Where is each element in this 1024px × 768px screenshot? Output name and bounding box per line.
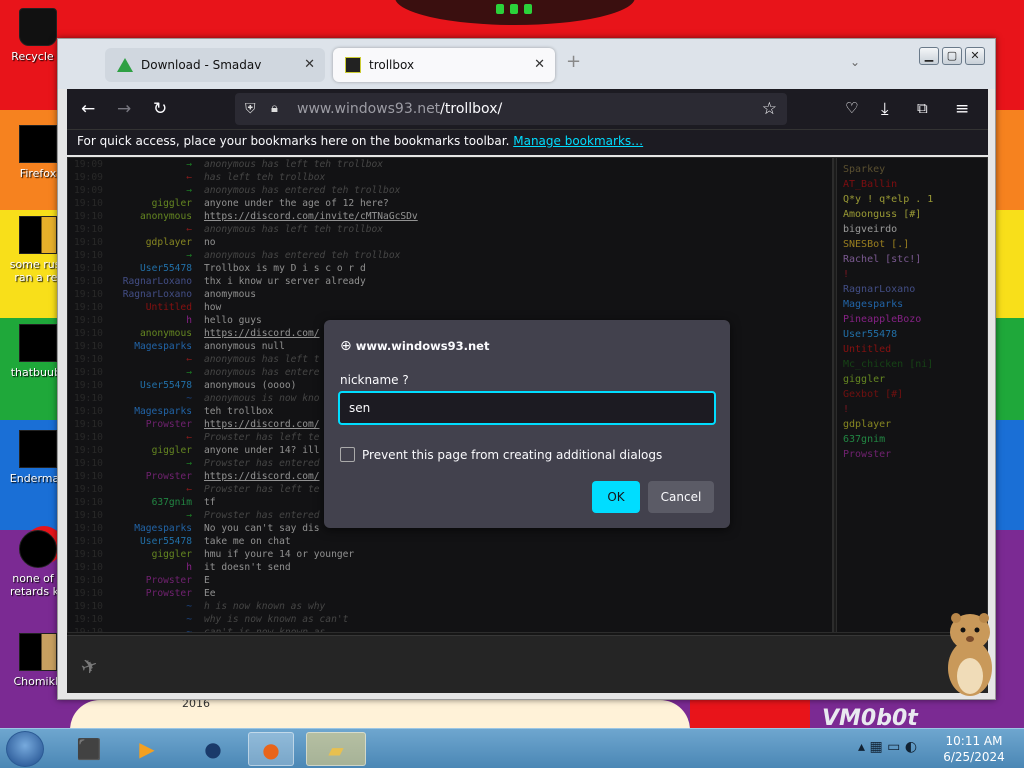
prevent-dialogs-label[interactable]: Prevent this page from creating addition…	[362, 448, 662, 462]
media-player-icon: ▶	[139, 737, 155, 761]
lock-icon[interactable]: 🔒︎	[271, 93, 278, 125]
dialog-label: nickname ?	[340, 373, 409, 387]
pocket-icon[interactable]: ♡	[845, 99, 858, 117]
bookmarks-toolbar: For quick access, place your bookmarks h…	[67, 129, 988, 155]
start-button[interactable]	[6, 731, 44, 767]
chevron-down-icon[interactable]: ⌄	[850, 55, 860, 69]
taskbar-app-firefox[interactable]: ●	[248, 732, 294, 766]
file-icon	[19, 530, 57, 568]
dialog-origin: ⊕ www.windows93.net	[340, 338, 490, 354]
extensions-icon[interactable]: ⧉	[917, 99, 928, 117]
bookmarks-hint: For quick access, place your bookmarks h…	[77, 134, 510, 148]
clock-date: 6/25/2024	[943, 750, 1005, 764]
globe-app-icon: ●	[204, 737, 222, 761]
close-icon[interactable]: ✕	[304, 57, 315, 72]
bookmark-star-icon[interactable]: ☆	[762, 93, 777, 125]
decorative-blob	[395, 0, 635, 25]
back-arrow-icon[interactable]: ←	[81, 99, 95, 119]
tab-strip: Download - Smadav ✕ trollbox ✕ + ⌄ ▁ ▢ ✕	[58, 39, 995, 89]
globe-icon: ⊕	[340, 338, 352, 354]
window-close-button[interactable]: ✕	[965, 47, 985, 65]
hamster-icon	[19, 633, 57, 671]
nickname-input[interactable]	[338, 391, 716, 425]
prompt-dialog: ⊕www.windows93.net nickname ? Prevent th…	[324, 320, 730, 528]
taskbar-app-media[interactable]: ▶	[124, 732, 170, 766]
url-path: /trollbox/	[440, 101, 503, 117]
shield-icon[interactable]: ⛨	[245, 93, 256, 125]
clock-time: 10:11 AM	[945, 734, 1003, 748]
trollbox-icon	[345, 57, 361, 73]
smadav-icon	[117, 58, 133, 72]
url-bar[interactable]: ⛨ 🔒︎ www.windows93.net/trollbox/ ☆	[235, 93, 787, 125]
wallpaper-shape	[70, 700, 690, 728]
cancel-button[interactable]: Cancel	[648, 481, 714, 513]
manage-bookmarks-link[interactable]: Manage bookmarks…	[513, 134, 643, 148]
firefox-icon	[19, 125, 57, 163]
tab-trollbox[interactable]: trollbox ✕	[333, 48, 555, 82]
download-icon[interactable]: ⤓	[881, 99, 889, 119]
new-tab-icon[interactable]: +	[566, 51, 581, 72]
hamster-decoration	[948, 613, 992, 696]
url-host: www.windows93.net	[297, 101, 441, 117]
wallpaper-shape	[690, 700, 810, 728]
minimize-button[interactable]: ▁	[919, 47, 939, 65]
tab-smadav[interactable]: Download - Smadav ✕	[105, 48, 325, 82]
taskbar-app-explorer[interactable]: ▰	[306, 732, 366, 766]
folder-icon: ▰	[328, 738, 344, 762]
cube-icon: ⬛	[76, 737, 102, 761]
taskbar: ⬛ ▶ ● ● ▰ ▴ ▦ ▭ ◐ 10:11 AM 6/25/2024	[0, 728, 1024, 768]
maximize-button[interactable]: ▢	[942, 47, 962, 65]
forward-arrow-icon[interactable]: →	[117, 99, 131, 119]
system-tray-icons[interactable]: ▴ ▦ ▭ ◐	[858, 739, 917, 755]
taskbar-app-globe[interactable]: ●	[190, 732, 236, 766]
menu-icon[interactable]: ≡	[955, 99, 969, 119]
folder-icon	[19, 324, 57, 362]
taskbar-app-cube[interactable]: ⬛	[66, 732, 112, 766]
recycle-bin-icon	[19, 8, 57, 46]
file-icon	[19, 216, 57, 254]
firefox-icon: ●	[262, 738, 280, 762]
prevent-dialogs-checkbox[interactable]	[340, 447, 355, 462]
reload-icon[interactable]: ↻	[153, 99, 167, 119]
app-icon	[19, 430, 57, 468]
taskbar-clock[interactable]: 10:11 AM 6/25/2024	[938, 733, 1010, 765]
ok-button[interactable]: OK	[592, 481, 640, 513]
vm-brand-label: VM0b0t	[822, 706, 918, 728]
navigation-toolbar: ← → ↻ ⛨ 🔒︎ www.windows93.net/trollbox/ ☆…	[67, 89, 988, 129]
close-icon[interactable]: ✕	[534, 57, 545, 72]
